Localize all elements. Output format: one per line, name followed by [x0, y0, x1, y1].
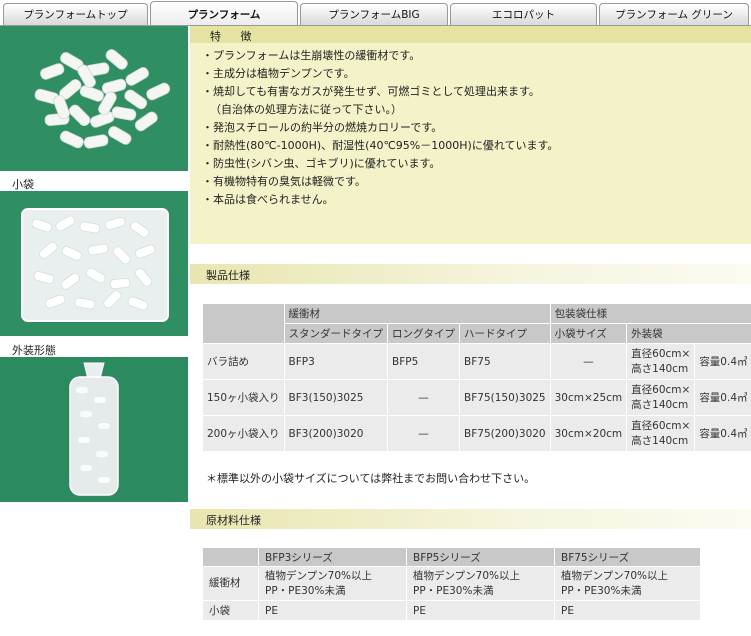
outer-bag-line2: 高さ140cm: [631, 362, 689, 375]
material-col-bfp5: BFP5シリーズ: [406, 547, 555, 567]
features-heading: 特 徴: [210, 30, 260, 43]
cell-material: PE: [406, 600, 555, 621]
cell-long: —: [387, 379, 461, 416]
cell-material: PE: [554, 600, 701, 621]
photo-outer-bag: [0, 357, 188, 502]
cell-outer-bag: 直径60cm× 高さ140cm: [626, 379, 696, 416]
tab-bar: プランフォームトップ プランフォーム プランフォームBIG エコロパット プラン…: [0, 0, 751, 26]
spec-group-cushion: 緩衝材: [283, 303, 551, 324]
spec-corner: [202, 303, 285, 344]
cell-hard: BF75(150)3025: [459, 379, 551, 416]
cell-standard: BF3(200)3020: [283, 415, 389, 452]
cell-small-bag: 30cm×25cm: [549, 379, 628, 416]
outer-bag-line1: 直径60cm×: [631, 383, 691, 396]
table-row: 緩衝材 植物デンプン70%以上 PP・PE30%未満 植物デンプン70%以上 PP・…: [202, 566, 701, 601]
spec-group-bag: 包装袋仕様: [549, 303, 751, 324]
table-row: 小袋 PE PE PE: [202, 600, 701, 621]
spec-section-title: 製品仕様: [206, 269, 250, 282]
feature-item: ・耐熱性(80℃-1000H)、耐湿性(40℃95%－1000H)に優れています…: [202, 139, 559, 152]
features-panel: 特 徴 ・プランフォームは生崩壊性の緩衝材です。 ・主成分は植物デンプンです。 …: [190, 26, 751, 244]
caption-outer-pack: 外装形態: [12, 344, 56, 357]
material-line1: 植物デンプン70%以上: [265, 569, 373, 582]
tab-planfoam-green[interactable]: プランフォーム グリーン: [599, 3, 749, 25]
row-label: 小袋: [202, 600, 259, 621]
cell-small-bag: 30cm×20cm: [549, 415, 628, 452]
outer-bag-line2: 高さ140cm: [631, 398, 689, 411]
material-col-bf75: BF75シリーズ: [554, 547, 701, 567]
row-label: バラ詰め: [202, 343, 285, 380]
features-list: ・プランフォームは生崩壊性の緩衝材です。 ・主成分は植物デンプンです。 ・焼却し…: [202, 47, 558, 209]
row-label: 150ヶ小袋入り: [202, 379, 285, 416]
tab-ecolopad[interactable]: エコロパット: [450, 3, 597, 25]
feature-item: ・主成分は植物デンプンです。: [202, 67, 355, 80]
cell-long: BFP5: [387, 343, 461, 380]
cell-material: 植物デンプン70%以上 PP・PE30%未満: [406, 566, 555, 601]
row-label: 200ヶ小袋入り: [202, 415, 285, 452]
spec-col-hard: ハードタイプ: [459, 323, 551, 344]
spec-note: ＊標準以外の小袋サイズについては弊社までお問い合わせ下さい。: [206, 472, 536, 485]
tab-planfoam[interactable]: プランフォーム: [150, 1, 298, 26]
material-line2: PP・PE30%未満: [413, 584, 494, 597]
cell-capacity: 容量0.4㎥: [694, 379, 751, 416]
material-spec-table: BFP3シリーズ BFP5シリーズ BF75シリーズ 緩衝材 植物デンプン70%…: [202, 547, 701, 621]
tab-planfoam-top[interactable]: プランフォームトップ: [3, 3, 148, 25]
row-label: 緩衝材: [202, 566, 259, 601]
material-line2: PP・PE30%未満: [265, 584, 346, 597]
feature-item: ・防虫性(シバン虫、ゴキブリ)に優れています。: [202, 157, 441, 170]
material-line2: PP・PE30%未満: [561, 584, 642, 597]
spec-section-bar: 製品仕様: [190, 264, 751, 284]
cell-material: 植物デンプン70%以上 PP・PE30%未満: [258, 566, 407, 601]
spec-col-outer-bag: 外装袋: [626, 323, 751, 344]
outer-bag-line1: 直径60cm×: [631, 347, 691, 360]
outer-bag-line2: 高さ140cm: [631, 434, 689, 447]
product-spec-table: 緩衝材 包装袋仕様 スタンダードタイプ ロングタイプ ハードタイプ 小袋サイズ …: [202, 303, 751, 452]
tab-planfoam-big[interactable]: プランフォームBIG: [300, 3, 448, 25]
outer-bag-line1: 直径60cm×: [631, 419, 691, 432]
cell-material: PE: [258, 600, 407, 621]
material-section-bar: 原材料仕様: [190, 509, 751, 529]
cell-outer-bag: 直径60cm× 高さ140cm: [626, 343, 696, 380]
cell-standard: BFP3: [283, 343, 389, 380]
feature-item: ・有機物特有の臭気は軽微です。: [202, 175, 366, 188]
cell-material: 植物デンプン70%以上 PP・PE30%未満: [554, 566, 701, 601]
feature-item: ・焼却しても有害なガスが発生せず、可燃ゴミとして処理出来ます。: [202, 85, 540, 98]
caption-small-bag: 小袋: [12, 178, 34, 191]
feature-item: ・本品は食べられません。: [202, 193, 334, 206]
material-col-bfp3: BFP3シリーズ: [258, 547, 407, 567]
cell-capacity: 容量0.4㎥: [694, 415, 751, 452]
feature-item: （自治体の処理方法に従って下さい。）: [210, 103, 402, 116]
photo-small-bag: [0, 191, 188, 336]
spec-col-long: ロングタイプ: [387, 323, 461, 344]
cell-capacity: 容量0.4㎥: [694, 343, 751, 380]
cell-hard: BF75(200)3020: [459, 415, 551, 452]
material-corner: [202, 547, 259, 567]
cell-outer-bag: 直径60cm× 高さ140cm: [626, 415, 696, 452]
spec-col-small-bag: 小袋サイズ: [549, 323, 628, 344]
cell-hard: BF75: [459, 343, 551, 380]
table-row: 200ヶ小袋入り BF3(200)3020 — BF75(200)3020 30…: [202, 415, 751, 452]
photo-loose-peanuts: [0, 26, 188, 171]
table-row: バラ詰め BFP3 BFP5 BF75 — 直径60cm× 高さ140cm 容量0…: [202, 343, 751, 380]
cell-small-bag: —: [549, 343, 628, 380]
table-row: 150ヶ小袋入り BF3(150)3025 — BF75(150)3025 30…: [202, 379, 751, 416]
cell-long: —: [387, 415, 461, 452]
cell-standard: BF3(150)3025: [283, 379, 389, 416]
features-heading-bar: 特 徴: [190, 26, 751, 43]
material-section-title: 原材料仕様: [206, 514, 261, 527]
material-line1: 植物デンプン70%以上: [561, 569, 669, 582]
feature-item: ・発泡スチロールの約半分の燃焼カロリーです。: [202, 121, 443, 134]
material-line1: 植物デンプン70%以上: [413, 569, 521, 582]
feature-item: ・プランフォームは生崩壊性の緩衝材です。: [202, 49, 421, 62]
spec-col-standard: スタンダードタイプ: [283, 323, 389, 344]
